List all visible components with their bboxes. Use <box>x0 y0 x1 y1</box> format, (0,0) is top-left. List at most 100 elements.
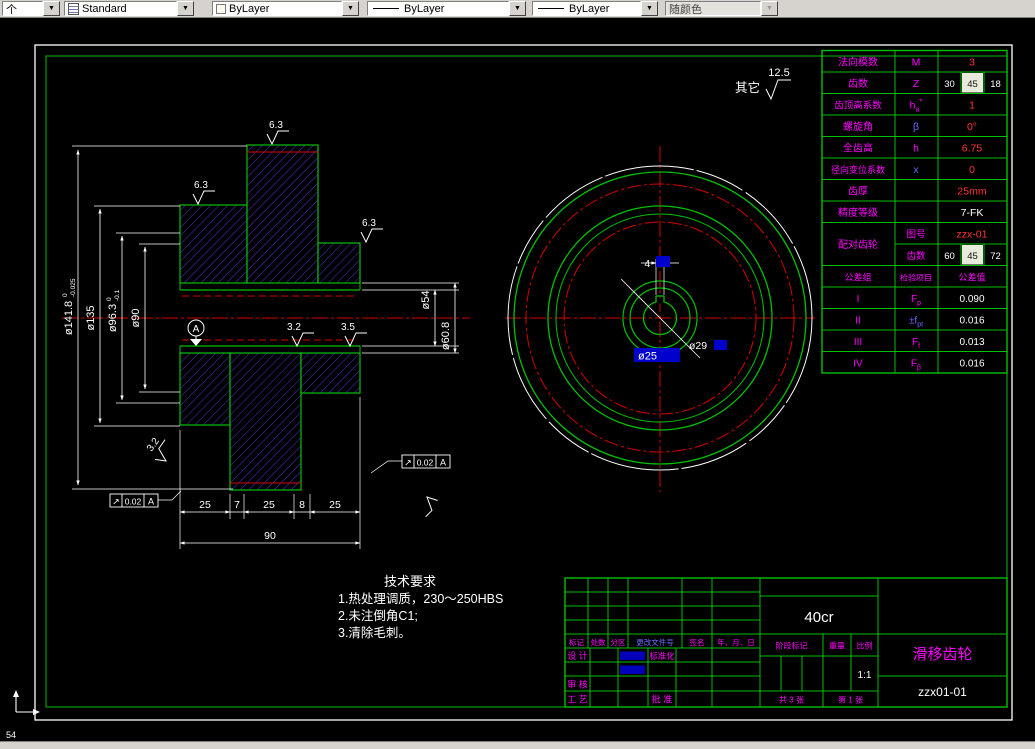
lineweight-combo[interactable]: ByLayer ▼ <box>532 1 658 16</box>
dim-d135: ø135 <box>85 305 97 330</box>
roughness-icon <box>360 228 383 244</box>
hatch-block <box>300 352 361 394</box>
gdt-datum-ref: A <box>148 497 154 507</box>
linetype-combo[interactable]: ByLayer ▼ <box>367 1 526 16</box>
view-combo[interactable]: 个 ▼ <box>2 1 60 16</box>
roughness-value: 6.3 <box>362 218 376 229</box>
param-label: 齿顶高系数 <box>834 100 882 112</box>
dim-d54: ø54 <box>420 291 432 310</box>
cad-window: 个 ▼ Standard ▼ ByLayer ▼ ByLayer ▼ ByLay… <box>0 0 1035 749</box>
tolerance-symbol: Fβ <box>911 359 921 372</box>
dropdown-arrow-icon[interactable]: ▼ <box>342 1 359 16</box>
param-symbol: h <box>913 143 919 155</box>
param-symbol: ha* <box>910 98 923 114</box>
part-name: 滑移齿轮 <box>912 646 972 663</box>
weight-label: 重量 <box>829 641 845 651</box>
text-style-combo[interactable]: Standard ▼ <box>64 1 194 16</box>
color-combo-value: ByLayer <box>229 2 270 15</box>
dim-d60: ø60.8 <box>440 322 452 350</box>
roughness-value: 6.3 <box>194 180 208 191</box>
tech-requirements: 技术要求 1.热处理调质，230～250HBS 2.未注倒角C1; 3.清除毛刺… <box>338 574 503 640</box>
tolerance-value: 0.013 <box>959 337 984 348</box>
param-symbol: β <box>913 121 919 133</box>
view-combo-value: 个 <box>6 3 17 16</box>
plotstyle-combo[interactable]: 随颜色 ▼ <box>665 1 778 16</box>
bore-dim: ø25 <box>638 351 657 363</box>
tolerance-group: III <box>854 337 862 348</box>
dim-d141-tol-bot: -0.025 <box>70 278 77 297</box>
rev-header: 签名 <box>690 637 705 647</box>
drawing-svg: ø141.8 0 -0.025 ø135 ø96.3 0 -0.1 ø90 ø5… <box>6 44 1013 740</box>
rev-header: 处数 <box>591 637 606 647</box>
datum-label: A <box>193 324 200 335</box>
param-label: 精度等级 <box>838 206 878 219</box>
dim-seg-a: 25 <box>199 499 211 511</box>
role-check: 审 核 <box>567 679 588 690</box>
datum-marker: A <box>187 319 205 346</box>
gdt-datum-ref: A <box>440 458 446 468</box>
param-sublabel: 齿数 <box>906 250 926 262</box>
tolerance-value: 0.090 <box>959 294 984 305</box>
hatch-block <box>179 204 248 284</box>
tolerance-group: IV <box>853 359 863 370</box>
param-value: 3 <box>969 57 975 69</box>
other-roughness-value: 12.5 <box>768 67 789 79</box>
hatch-block <box>317 242 361 284</box>
drawing-number: zzx01-01 <box>918 685 967 699</box>
dropdown-arrow-icon[interactable]: ▼ <box>509 1 526 16</box>
dropdown-arrow-icon[interactable]: ▼ <box>177 1 194 16</box>
role-design: 设 计 <box>567 650 588 661</box>
tolerance-header: 检验项目 <box>900 273 932 283</box>
roughness-icon <box>266 130 289 146</box>
param-value: 25mm <box>957 186 986 198</box>
roughness-value: 3.2 <box>287 322 301 333</box>
field-box <box>620 665 645 674</box>
param-symbol: M <box>912 57 921 69</box>
gdt-symbol: ↗ <box>112 497 120 507</box>
param-value: 0° <box>967 121 977 133</box>
properties-toolbar: 个 ▼ Standard ▼ ByLayer ▼ ByLayer ▼ ByLay… <box>0 0 1035 18</box>
tolerance-header: 公差值 <box>958 272 985 283</box>
gdt-frame-2: ↗ 0.02 A <box>370 454 451 474</box>
param-label: 配对齿轮 <box>838 238 878 251</box>
role-craft: 工 艺 <box>567 695 588 705</box>
dim-seg-d: 8 <box>299 499 305 511</box>
teeth-count: 45 <box>967 251 978 262</box>
tech-req-line: 1.热处理调质，230～250HBS <box>338 592 503 606</box>
dropdown-arrow-icon[interactable]: ▼ <box>43 1 60 16</box>
param-label: 螺旋角 <box>843 120 873 133</box>
linetype-combo-value: ByLayer <box>404 2 445 15</box>
hatch-block <box>246 144 319 284</box>
material-spec: 40cr <box>804 609 833 626</box>
section-view <box>62 144 470 491</box>
roughness-value: 3.5 <box>341 322 355 333</box>
dropdown-arrow-icon: ▼ <box>761 1 778 16</box>
teeth-count: 72 <box>990 251 1001 262</box>
dim-d96: ø96.3 <box>107 304 119 332</box>
gdt-frame-1: ↗ 0.02 A <box>109 490 182 508</box>
gdt-value: 0.02 <box>417 458 434 468</box>
dim-seg-b: 7 <box>234 499 240 511</box>
ucs-icon <box>13 690 40 715</box>
param-label: 齿厚 <box>848 186 868 198</box>
dim-seg-e: 25 <box>329 499 341 511</box>
style-sheet-icon <box>68 2 79 15</box>
dim-d141: ø141.8 <box>63 301 75 335</box>
scale-label: 比例 <box>857 641 873 651</box>
param-sublabel: 图号 <box>906 230 925 241</box>
color-combo[interactable]: ByLayer ▼ <box>212 1 359 16</box>
dropdown-arrow-icon[interactable]: ▼ <box>641 1 658 16</box>
drawing-canvas[interactable]: ø141.8 0 -0.025 ø135 ø96.3 0 -0.1 ø90 ø5… <box>0 18 1035 741</box>
sheets-total: 共 3 张 <box>779 696 804 705</box>
param-symbol: Z <box>913 78 920 90</box>
param-label: 齿数 <box>848 77 868 90</box>
dim-d90: ø90 <box>130 309 142 328</box>
teeth-count: 18 <box>990 79 1001 90</box>
title-block: 标记 处数 分区 更改文件号 签名 年、月、日 设 计 标准化 审 核 工 艺 … <box>564 577 1008 708</box>
tolerance-symbol: Ff <box>912 337 920 350</box>
teeth-count: 60 <box>944 251 955 262</box>
param-label: 全齿高 <box>843 142 873 155</box>
dim-d141-tol-top: 0 <box>62 293 69 297</box>
tolerance-symbol: ±fpt <box>909 316 923 329</box>
lineweight-combo-value: ByLayer <box>569 2 610 15</box>
